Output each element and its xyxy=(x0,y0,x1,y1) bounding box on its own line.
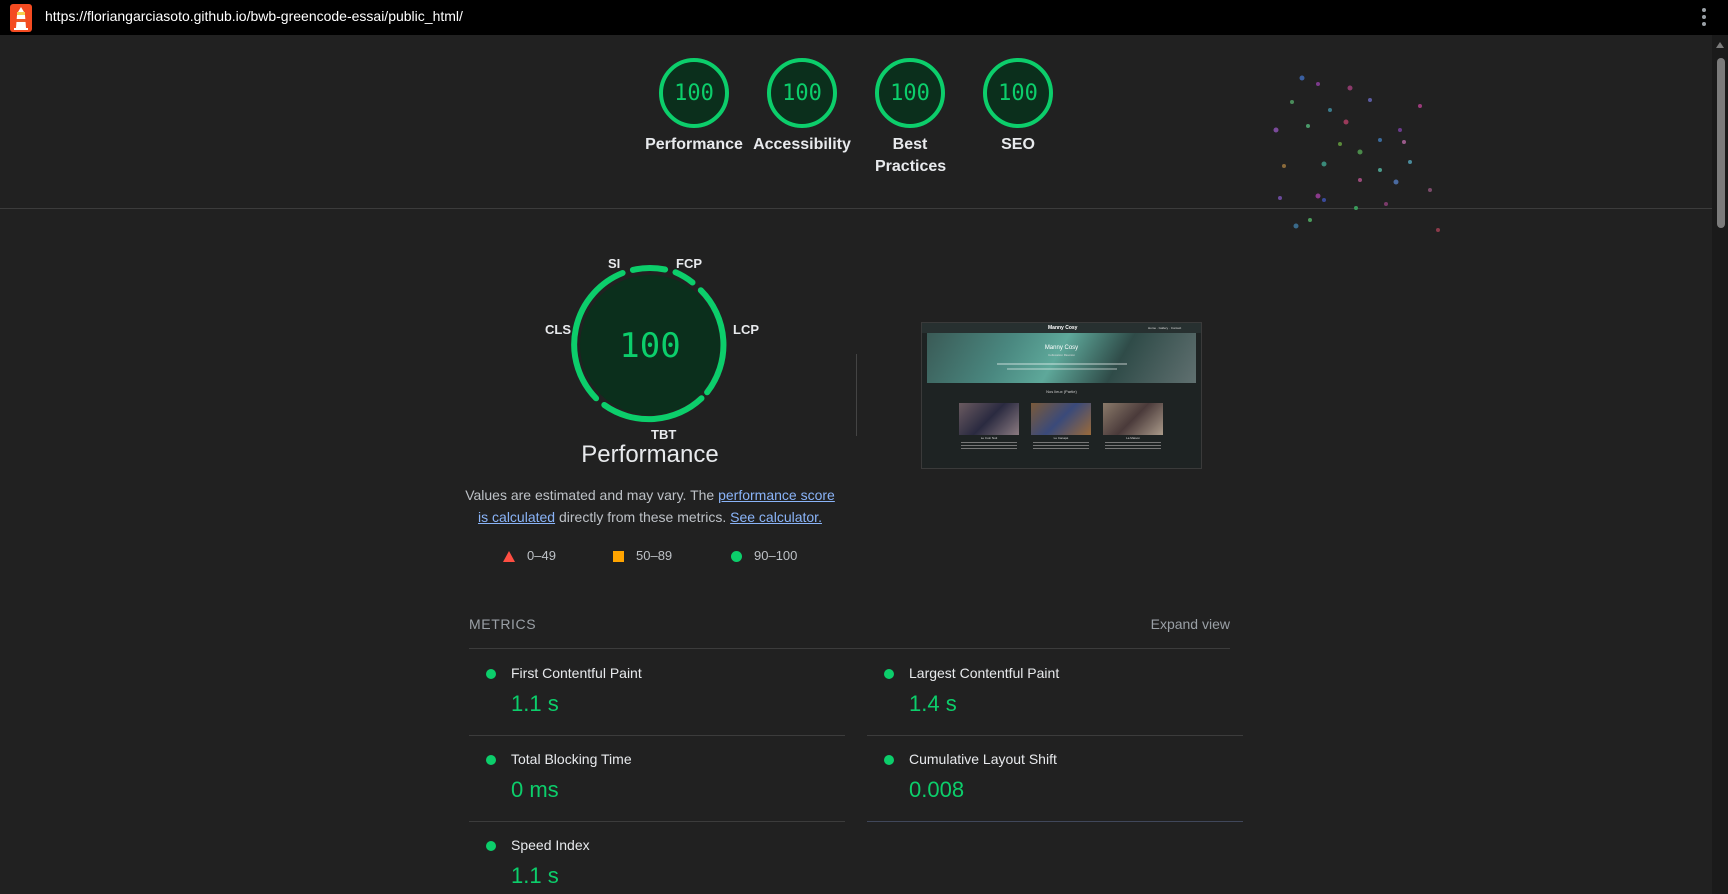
metric-name: Speed Index xyxy=(511,837,590,853)
thumb-hero-subtitle: Collocation Réunion xyxy=(1048,353,1075,357)
divider xyxy=(856,354,857,436)
thumb-site-title: Manny Cosy xyxy=(1048,325,1078,331)
legend-fail: 0–49 xyxy=(503,548,556,563)
gauge-label: Accessibility xyxy=(753,136,851,153)
final-screenshot-thumbnail[interactable]: Manny Cosy Home · Gallery · Contact Mann… xyxy=(921,322,1202,469)
metrics-heading: METRICS xyxy=(469,616,537,632)
metric-name: Largest Contentful Paint xyxy=(909,665,1060,681)
thumb-card-title: Le Canapé xyxy=(1053,436,1069,440)
gauge-label-tbt: TBT xyxy=(651,427,677,442)
pass-circle-icon xyxy=(486,841,496,851)
confetti-decoration xyxy=(1273,75,1440,232)
performance-score: 100 xyxy=(619,326,680,366)
pass-circle-icon xyxy=(486,755,496,765)
scroll-up-arrow-icon[interactable] xyxy=(1716,42,1724,48)
thumb-card-title: Le Coin Nuit xyxy=(980,436,998,440)
lighthouse-icon[interactable] xyxy=(10,4,32,32)
thumb-nav-links: Home · Gallery · Contact xyxy=(1148,326,1182,330)
thumb-nav: Manny Cosy Home · Gallery · Contact xyxy=(922,323,1201,333)
metric-speed-index: Speed Index 1.1 s xyxy=(469,821,845,894)
thumb-card-title: La Maison xyxy=(1126,436,1140,440)
thumb-card-image xyxy=(1031,403,1091,435)
scrollbar-thumb[interactable] xyxy=(1717,58,1725,228)
triangle-icon xyxy=(503,551,515,563)
description-text: directly from these metrics. xyxy=(555,509,731,525)
metric-first-contentful-paint: First Contentful Paint 1.1 s xyxy=(469,649,845,736)
expand-view-toggle[interactable]: Expand view xyxy=(1151,616,1230,632)
gauge-label-cls: CLS xyxy=(545,322,571,337)
metric-total-blocking-time: Total Blocking Time 0 ms xyxy=(469,735,845,822)
thumb-card: Le Coin Nuit xyxy=(959,403,1019,449)
thumb-card-image xyxy=(1103,403,1163,435)
gauge-seo[interactable]: 100 SEO xyxy=(963,57,1073,156)
performance-title: Performance xyxy=(581,441,719,468)
gauge-ring-icon: 100 xyxy=(659,58,729,128)
thumb-hero-image: Manny Cosy Collocation Réunion xyxy=(927,333,1196,383)
legend-average: 50–89 xyxy=(613,548,672,563)
gauge-ring-icon: 100 xyxy=(767,58,837,128)
performance-description: Values are estimated and may vary. The p… xyxy=(465,484,835,528)
gauge-score: 100 xyxy=(890,81,930,106)
metric-name: Cumulative Layout Shift xyxy=(909,751,1057,767)
thumb-card-image xyxy=(959,403,1019,435)
metrics-header: METRICS Expand view xyxy=(469,616,1230,649)
gauge-score: 100 xyxy=(998,81,1038,106)
pass-circle-icon xyxy=(486,669,496,679)
gauge-label-fcp: FCP xyxy=(676,256,702,271)
circle-icon xyxy=(731,551,742,563)
metric-value: 0 ms xyxy=(511,777,559,802)
pass-circle-icon xyxy=(884,669,894,679)
metric-value: 1.1 s xyxy=(511,691,559,716)
gauge-performance[interactable]: 100 Performance xyxy=(639,57,749,156)
description-text: Values are estimated and may vary. The xyxy=(465,487,719,503)
gauge-accessibility[interactable]: 100 Accessibility xyxy=(747,57,857,156)
browser-bar: https://floriangarciasoto.github.io/bwb-… xyxy=(0,0,1728,35)
pass-circle-icon xyxy=(884,755,894,765)
url-text[interactable]: https://floriangarciasoto.github.io/bwb-… xyxy=(45,8,463,24)
gauge-score: 100 xyxy=(674,81,714,106)
gauge-label-si: SI xyxy=(608,256,621,271)
gauge-ring-icon: 100 xyxy=(983,58,1053,128)
metric-value: 0.008 xyxy=(909,777,965,802)
legend-pass: 90–100 xyxy=(731,548,797,563)
gauge-best-practices[interactable]: 100 Best Practices xyxy=(855,57,965,178)
gauge-label: Best Practices xyxy=(875,136,947,175)
legend-range: 50–89 xyxy=(636,548,673,563)
performance-gauge-arc-icon: 100 xyxy=(571,265,727,423)
gauge-ring-icon: 100 xyxy=(875,58,945,128)
metric-name: Total Blocking Time xyxy=(511,751,632,767)
gauge-score: 100 xyxy=(782,81,822,106)
gauge-label: Performance xyxy=(645,136,743,153)
gauge-label: SEO xyxy=(1001,136,1035,153)
square-icon xyxy=(613,551,624,563)
see-calculator-link[interactable]: See calculator. xyxy=(730,509,822,525)
performance-gauge-large: 100 SI FCP LCP TBT CLS xyxy=(540,250,760,450)
thumb-hero-title: Manny Cosy xyxy=(1044,345,1079,351)
metric-largest-contentful-paint: Largest Contentful Paint 1.4 s xyxy=(867,649,1243,736)
thumb-section-title: Nos lieux (Partie) xyxy=(1046,389,1077,394)
thumb-card: Le Canapé xyxy=(1031,403,1091,449)
metric-name: First Contentful Paint xyxy=(511,665,642,681)
metric-value: 1.1 s xyxy=(511,863,559,888)
score-gauges-header: 100 Performance 100 Accessibility 100 Be… xyxy=(0,35,1712,232)
metric-cumulative-layout-shift: Cumulative Layout Shift 0.008 xyxy=(867,735,1243,822)
thumb-card: La Maison xyxy=(1103,403,1163,449)
metric-value: 1.4 s xyxy=(909,691,957,716)
more-menu-icon[interactable] xyxy=(1702,8,1706,29)
legend-range: 90–100 xyxy=(754,548,798,563)
legend-range: 0–49 xyxy=(527,548,556,563)
gauge-label-lcp: LCP xyxy=(733,322,759,337)
